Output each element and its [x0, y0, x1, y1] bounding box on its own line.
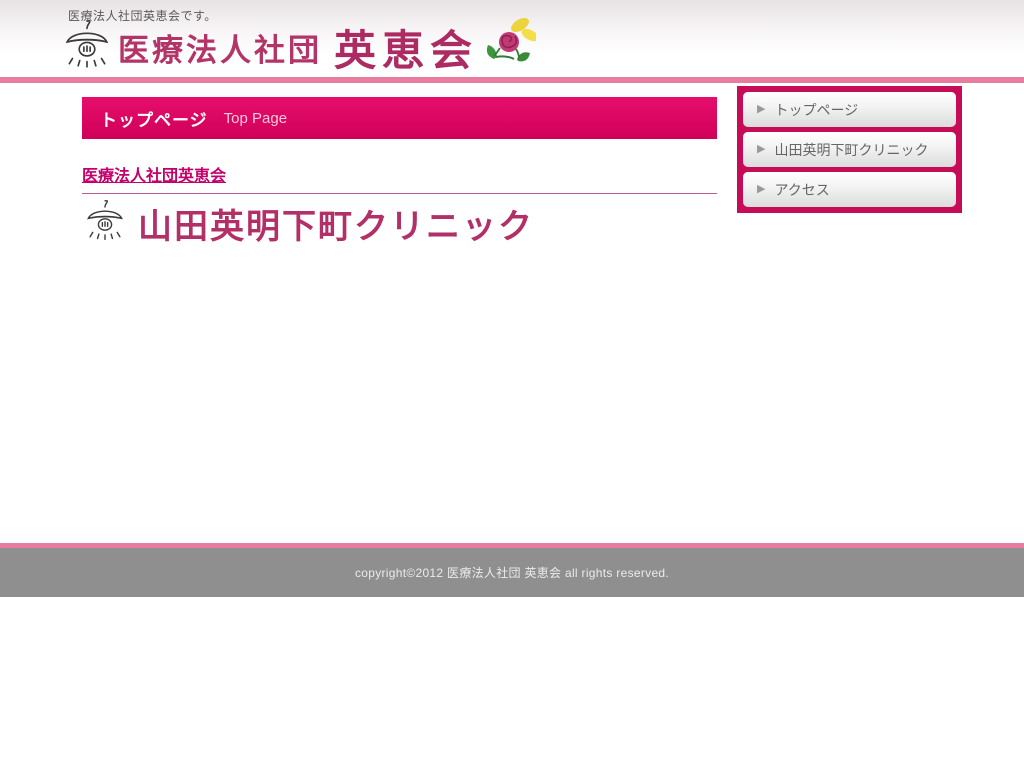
flower-icon — [480, 15, 539, 72]
footer: copyright©2012 医療法人社団 英恵会 all rights res… — [0, 548, 1024, 597]
org-link-row: 医療法人社団英恵会 — [82, 162, 717, 194]
clinic-name-text: 山田英明下町クリニック — [138, 208, 534, 246]
nav-arrow-icon: ▶ — [757, 183, 766, 195]
copyright-text: copyright©2012 医療法人社団 英恵会 all rights res… — [354, 566, 670, 580]
header-divider — [0, 77, 1024, 83]
page-root: 医療法人社団英恵会です。 医療法人社団 英恵会 トップページ Top Page … — [0, 0, 1024, 768]
sidebar-item-clinic[interactable]: ▶ 山田英明下町クリニック — [743, 132, 956, 167]
site-logo-text-name: 英恵会 — [334, 26, 479, 74]
page-title-bar: トップページ Top Page — [82, 97, 717, 139]
clinic-logo-heading: 山田英明下町クリニック — [84, 198, 534, 249]
sidebar-nav: ▶ トップページ ▶ 山田英明下町クリニック ▶ アクセス — [737, 86, 962, 213]
page-title-en: Top Page — [223, 109, 288, 127]
org-home-link[interactable]: 医療法人社団英恵会 — [82, 168, 226, 185]
clinic-lamp-icon — [84, 198, 126, 249]
sidebar-item-access[interactable]: ▶ アクセス — [743, 172, 956, 207]
sidebar-item-label: トップページ — [774, 101, 859, 118]
sidebar-item-top-page[interactable]: ▶ トップページ — [743, 92, 956, 127]
sidebar-item-label: 山田英明下町クリニック — [774, 141, 929, 158]
site-logo-text-prefix: 医療法人社団 — [118, 32, 322, 68]
sidebar-item-label: アクセス — [774, 181, 830, 198]
pendant-lamp-icon — [62, 19, 112, 76]
page-title-ja: トップページ — [100, 110, 208, 130]
site-logo: 医療法人社団 英恵会 — [62, 17, 539, 76]
nav-arrow-icon: ▶ — [757, 143, 766, 155]
header-banner: 医療法人社団英恵会です。 医療法人社団 英恵会 — [0, 0, 1024, 77]
nav-arrow-icon: ▶ — [757, 103, 766, 115]
